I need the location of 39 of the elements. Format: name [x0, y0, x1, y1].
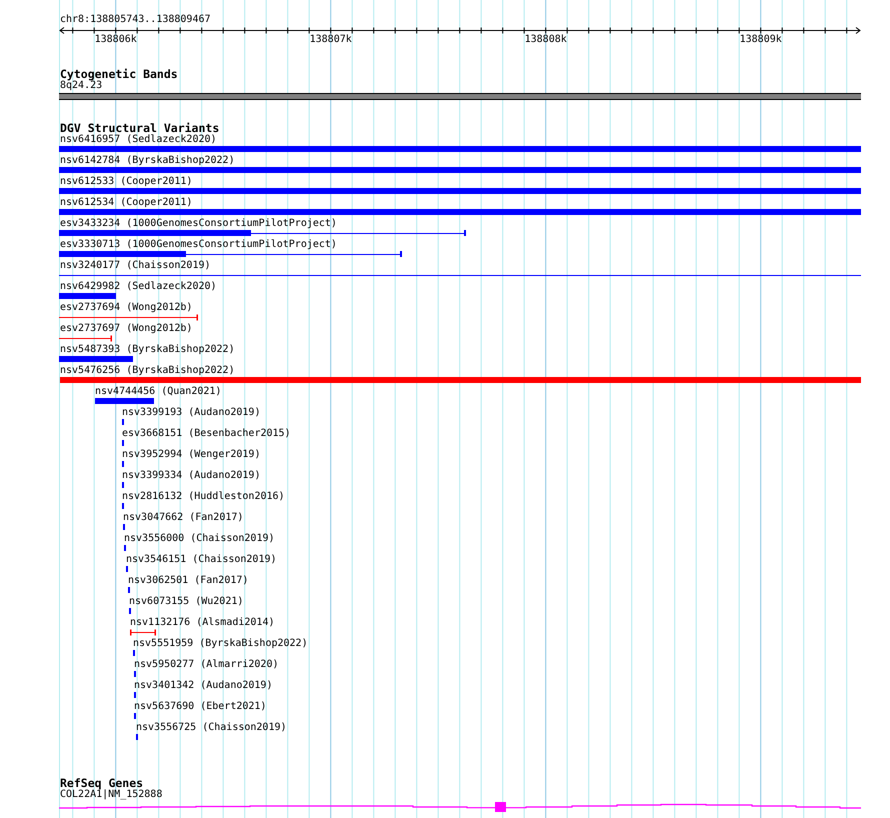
- variant-label: nsv3047662 (Fan2017): [123, 512, 244, 523]
- variant-label: nsv3556725 (Chaisson2019): [136, 722, 287, 733]
- track-title: Cytogenetic Bands: [59, 68, 179, 80]
- variant-label: nsv6142784 (ByrskaBishop2022): [60, 155, 235, 166]
- variant-label: nsv3401342 (Audano2019): [134, 680, 272, 691]
- location-label: chr8:138805743..138809467: [59, 14, 212, 26]
- variant-label: nsv3062501 (Fan2017): [128, 575, 248, 586]
- variant-label: nsv1132176 (Alsmadi2014): [130, 617, 274, 628]
- variant-label: nsv6416957 (Sedlazeck2020): [60, 134, 217, 145]
- variant-label: nsv5551959 (ByrskaBishop2022): [133, 638, 308, 649]
- variant-label: nsv5950277 (Almarri2020): [134, 659, 278, 670]
- variant-label: nsv5476256 (ByrskaBishop2022): [60, 365, 235, 376]
- gene-label: COL22A1|NM_152888: [59, 789, 164, 801]
- tick-label: 138808k: [524, 34, 567, 46]
- variant-label: nsv3952994 (Wenger2019): [122, 449, 260, 460]
- variant-label: nsv2816132 (Huddleston2016): [122, 491, 285, 502]
- variant-label: nsv3240177 (Chaisson2019): [60, 260, 211, 271]
- tick-label: 138806k: [94, 34, 137, 46]
- variant-label: nsv4744456 (Quan2021): [95, 386, 222, 397]
- variant-label: esv2737694 (Wong2012b): [60, 302, 192, 313]
- variant-label: esv3330713 (1000GenomesConsortiumPilotProject): [60, 239, 337, 250]
- variant-label: nsv5637690 (Ebert2021): [134, 701, 266, 712]
- variant-label: nsv612533 (Cooper2011): [60, 176, 192, 187]
- variant-label: nsv6429982 (Sedlazeck2020): [60, 281, 217, 292]
- variant-label: nsv3399334 (Audano2019): [122, 470, 260, 481]
- tick-label: 138807k: [310, 34, 352, 46]
- variant-label: nsv6073155 (Wu2021): [129, 596, 244, 607]
- tick-label: 138809k: [740, 34, 782, 46]
- variant-label: nsv3556000 (Chaisson2019): [124, 533, 275, 544]
- band-label: 8q24.23: [59, 80, 102, 92]
- variant-label: nsv612534 (Cooper2011): [60, 197, 192, 208]
- variant-label: esv2737697 (Wong2012b): [60, 323, 192, 334]
- track-title: DGV Structural Variants: [59, 122, 220, 134]
- track-title: RefSeq Genes: [59, 777, 144, 789]
- variant-label: esv3433234 (1000GenomesConsortiumPilotProject): [60, 218, 337, 229]
- variant-label: nsv3546151 (Chaisson2019): [126, 554, 277, 565]
- variant-label: nsv5487393 (ByrskaBishop2022): [60, 344, 235, 355]
- variant-label: esv3668151 (Besenbacher2015): [122, 428, 291, 439]
- variant-label: nsv3399193 (Audano2019): [122, 407, 260, 418]
